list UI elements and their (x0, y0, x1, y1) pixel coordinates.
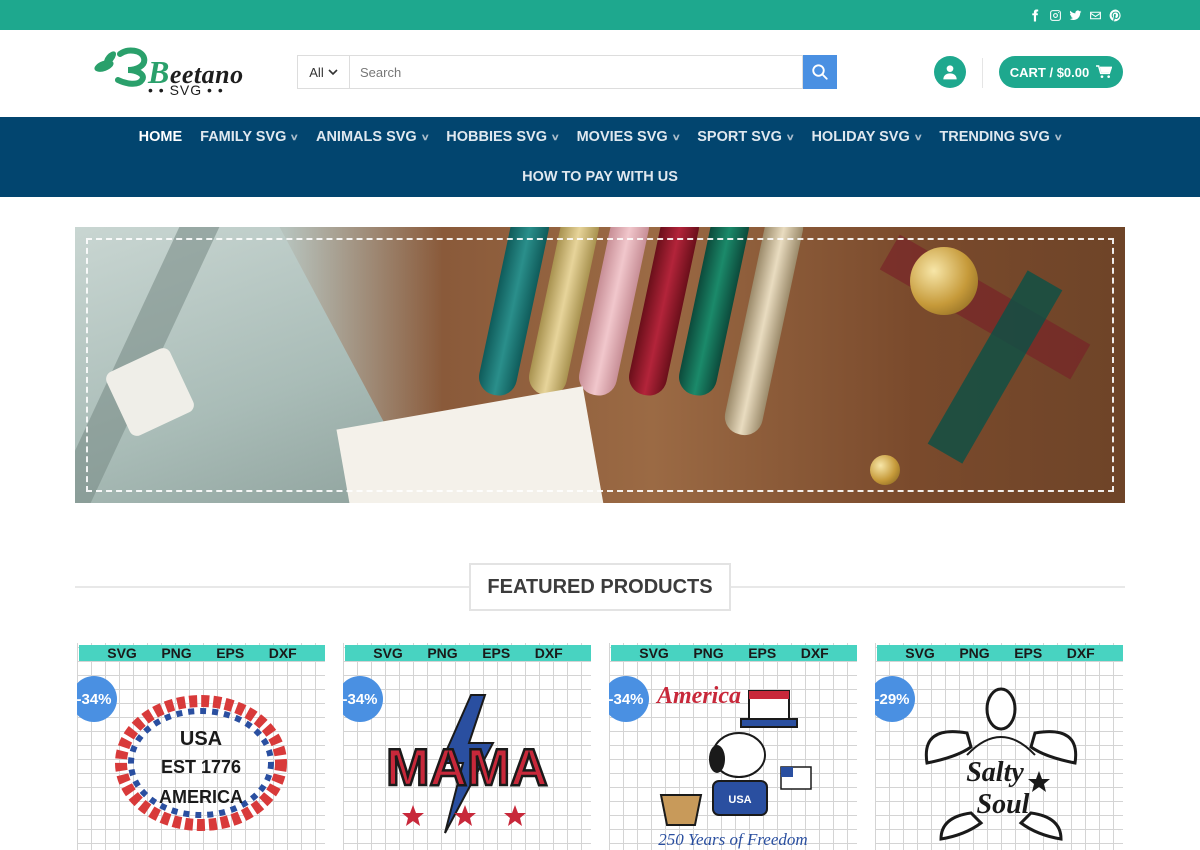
format-label: PNG (161, 645, 192, 661)
hero-dashed-frame (86, 238, 1114, 492)
art-text: USA (180, 728, 222, 750)
nav-item-label: HOME (138, 129, 183, 145)
account-button[interactable] (934, 56, 966, 88)
format-label: DXF (268, 645, 297, 661)
nav-item-animals-svg[interactable]: ANIMALS SVG ∨ (307, 129, 437, 145)
top-bar (0, 0, 1200, 30)
format-label: SVG (639, 645, 669, 661)
hero-banner[interactable] (75, 227, 1125, 503)
nav-item-home[interactable]: HOME (130, 129, 192, 145)
logo-subtitle: • • SVG • • (148, 82, 224, 98)
nav-item-movies-svg[interactable]: MOVIES SVG ∨ (568, 129, 689, 145)
format-label: DXF (1066, 645, 1095, 661)
bee-logo-icon (94, 47, 148, 87)
featured-products-heading: FEATURED PRODUCTS (75, 563, 1125, 611)
art-text: MAMA (386, 739, 548, 797)
user-icon (943, 65, 957, 80)
nav-item-label: FAMILY SVG (200, 129, 287, 145)
format-strip: SVG PNG EPS DXF (79, 645, 325, 661)
chevron-down-icon: ∨ (550, 131, 560, 142)
header-divider (982, 58, 983, 88)
section-title: FEATURED PRODUCTS (469, 563, 731, 611)
art-text: Soul (977, 789, 1030, 820)
chevron-down-icon: ∨ (671, 131, 681, 142)
format-label: SVG (373, 645, 403, 661)
nav-item-label: SPORT SVG (697, 129, 782, 145)
cart-button[interactable]: CART / $0.00 (999, 56, 1123, 88)
art-text: EST 1776 (161, 757, 241, 777)
format-label: EPS (748, 645, 777, 661)
search-category-select[interactable]: All (297, 55, 349, 89)
nav-item-label: HOW TO PAY WITH US (522, 169, 678, 185)
nav-item-holiday-svg[interactable]: HOLIDAY SVG ∨ (802, 129, 930, 145)
cart-label: CART / $0.00 (1009, 64, 1090, 80)
format-strip: SVG PNG EPS DXF (345, 645, 591, 661)
main-navigation: HOME FAMILY SVG ∨ ANIMALS SVG ∨ HOBBIES SV… (0, 117, 1200, 197)
chevron-down-icon: ∨ (913, 131, 923, 142)
nav-item-how-to-pay[interactable]: HOW TO PAY WITH US (513, 169, 687, 185)
format-label: EPS (1014, 645, 1043, 661)
chevron-down-icon: ∨ (290, 131, 300, 142)
art-text: USA (728, 794, 751, 806)
art-text: 250 Years of Freedom (658, 830, 807, 849)
chevron-down-icon: ∨ (420, 131, 430, 142)
format-label: SVG (107, 645, 137, 661)
product-card[interactable]: SVG PNG EPS DXF America USA 250 Years of… (609, 643, 857, 850)
art-text: Salty (966, 757, 1024, 788)
product-grid: SVG PNG EPS DXF USA EST 1776 AMERICA -34… (75, 643, 1125, 850)
nav-item-sport-svg[interactable]: SPORT SVG ∨ (688, 129, 802, 145)
search-input[interactable] (349, 55, 803, 89)
format-label: DXF (534, 645, 563, 661)
format-label: PNG (427, 645, 458, 661)
nav-item-label: MOVIES SVG (576, 129, 668, 145)
product-card[interactable]: SVG PNG EPS DXF MAMA -34% (343, 643, 591, 850)
nav-item-trending-svg[interactable]: TRENDING SVG ∨ (930, 129, 1070, 145)
format-label: PNG (693, 645, 724, 661)
search-icon (812, 64, 828, 80)
search-bar: All (297, 55, 837, 89)
format-label: EPS (482, 645, 511, 661)
format-label: PNG (959, 645, 990, 661)
format-strip: SVG PNG EPS DXF (611, 645, 857, 661)
format-label: EPS (216, 645, 245, 661)
format-label: SVG (905, 645, 935, 661)
chevron-down-icon: ∨ (785, 131, 795, 142)
chevron-down-icon: ∨ (1053, 131, 1063, 142)
art-text: AMERICA (159, 787, 243, 807)
site-header: Beetano • • SVG • • All CART / $0.00 (0, 30, 1200, 117)
nav-item-label: HOLIDAY SVG (811, 129, 910, 145)
product-card[interactable]: SVG PNG EPS DXF USA EST 1776 AMERICA -34… (77, 643, 325, 850)
chevron-down-icon (328, 69, 338, 76)
nav-item-label: HOBBIES SVG (446, 129, 547, 145)
email-icon[interactable] (1088, 8, 1102, 22)
site-logo[interactable]: Beetano • • SVG • • (90, 40, 255, 102)
pinterest-icon[interactable] (1108, 8, 1122, 22)
format-strip: SVG PNG EPS DXF (877, 645, 1123, 661)
instagram-icon[interactable] (1048, 8, 1062, 22)
search-button[interactable] (803, 55, 837, 89)
art-text: America (655, 683, 741, 709)
nav-item-hobbies-svg[interactable]: HOBBIES SVG ∨ (437, 129, 567, 145)
format-label: DXF (800, 645, 829, 661)
cart-icon (1096, 65, 1113, 78)
nav-item-label: ANIMALS SVG (315, 129, 417, 145)
nav-item-family-svg[interactable]: FAMILY SVG ∨ (191, 129, 307, 145)
facebook-icon[interactable] (1028, 8, 1042, 22)
nav-item-label: TRENDING SVG (939, 129, 1050, 145)
search-category-label: All (309, 64, 324, 80)
product-card[interactable]: SVG PNG EPS DXF Salty Soul -29% (875, 643, 1123, 850)
twitter-icon[interactable] (1068, 8, 1082, 22)
